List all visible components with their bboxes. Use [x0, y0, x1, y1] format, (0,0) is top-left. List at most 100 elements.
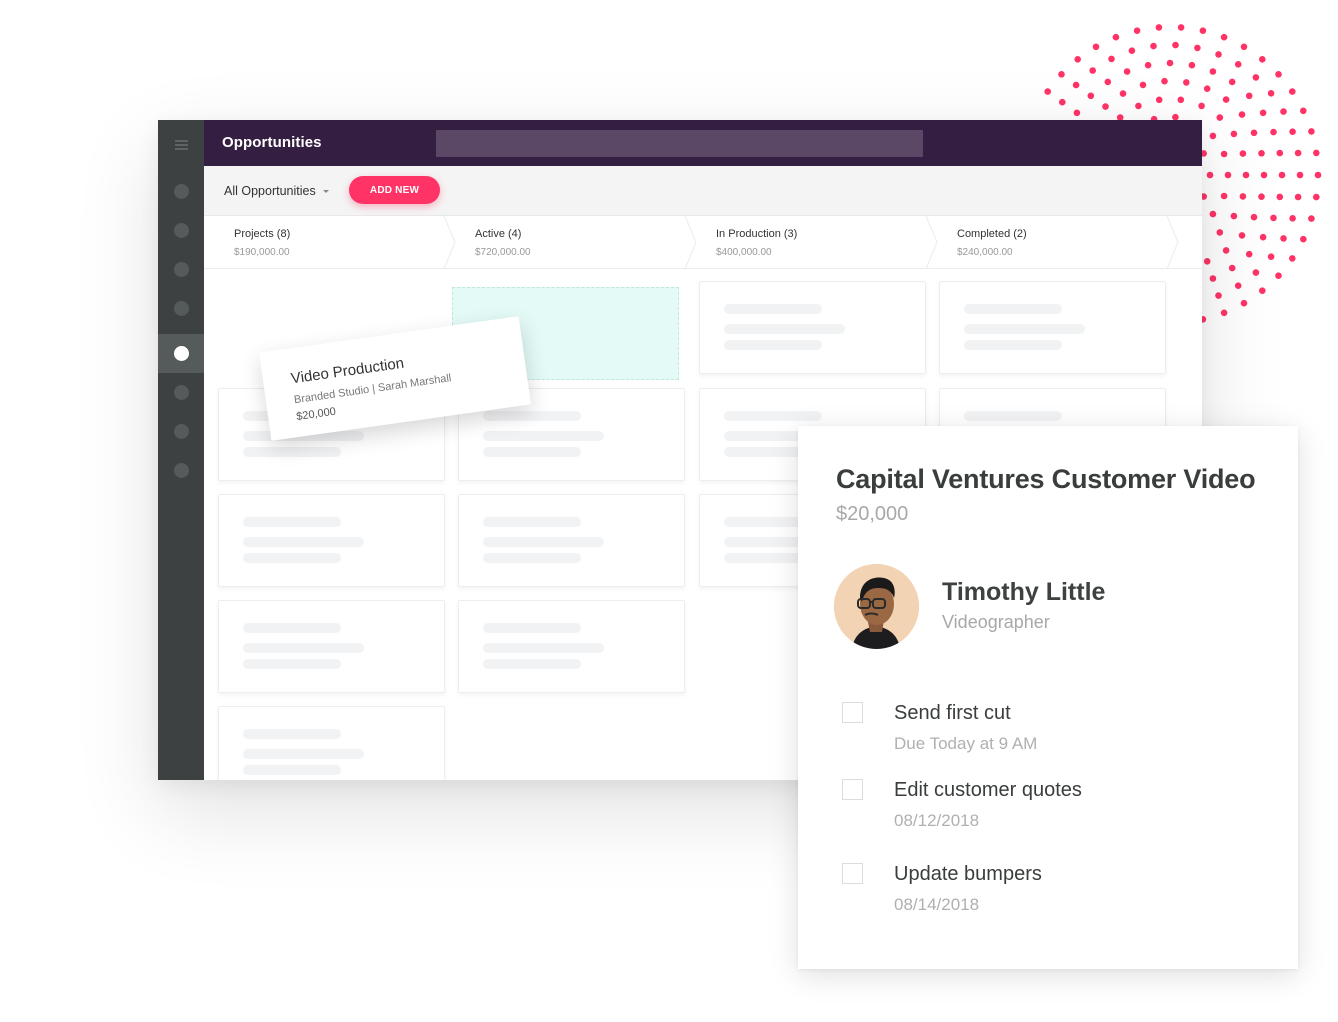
decorative-dot	[1275, 71, 1282, 78]
decorative-dot	[1144, 61, 1152, 69]
decorative-dot	[1155, 24, 1163, 31]
nav-dot-icon	[173, 385, 189, 400]
decorative-dot	[1172, 41, 1179, 49]
rail-item-3[interactable]	[158, 250, 204, 289]
placeholder-card[interactable]	[458, 494, 685, 587]
decorative-dot	[1135, 102, 1142, 110]
decorative-dot	[1313, 193, 1320, 201]
decorative-dot	[1092, 43, 1100, 51]
task-title: Update bumpers	[894, 863, 1042, 885]
decorative-dot	[1102, 103, 1109, 110]
rail-item-1[interactable]	[158, 172, 204, 211]
decorative-dot	[1308, 128, 1315, 135]
decorative-dot	[1209, 275, 1217, 282]
placeholder-card[interactable]	[939, 281, 1166, 374]
task-checkbox[interactable]	[842, 779, 863, 800]
decorative-dot	[1280, 108, 1287, 115]
decorative-dot	[1270, 214, 1277, 222]
decorative-dot	[1228, 78, 1236, 86]
stage-name: Completed (2)	[957, 228, 1027, 240]
nav-dot-icon	[173, 184, 189, 199]
task-checkbox[interactable]	[842, 863, 863, 884]
decorative-dot	[1294, 193, 1302, 201]
decorative-dot	[1058, 71, 1065, 78]
decorative-dot	[1242, 171, 1250, 179]
decorative-dot	[1259, 109, 1267, 117]
decorative-dot	[1209, 132, 1217, 140]
decorative-dot	[1199, 27, 1207, 34]
decorative-dot	[1259, 56, 1266, 63]
decorative-dot	[1234, 61, 1242, 68]
task-title: Edit customer quotes	[894, 779, 1082, 801]
add-new-button[interactable]: ADD NEW	[349, 176, 440, 204]
decorative-dot	[1139, 81, 1147, 89]
decorative-dot	[1161, 77, 1168, 85]
stage-completed[interactable]: Completed (2) $240,000.00	[927, 216, 1179, 269]
decorative-dot	[1108, 55, 1115, 63]
decorative-dot	[1059, 98, 1066, 106]
decorative-dot	[1259, 233, 1267, 241]
stage-active[interactable]: Active (4) $720,000.00	[445, 216, 697, 269]
placeholder-card[interactable]	[699, 281, 926, 374]
stage-in-production[interactable]: In Production (3) $400,000.00	[686, 216, 938, 269]
decorative-dot	[1278, 171, 1286, 179]
decorative-dot	[1216, 114, 1224, 121]
avatar	[834, 564, 919, 649]
side-rail	[158, 120, 204, 780]
decorative-dot	[1044, 88, 1051, 95]
decorative-dot	[1238, 111, 1246, 118]
placeholder-card[interactable]	[218, 494, 445, 587]
card-amount: $20,000	[295, 405, 337, 424]
task-checkbox[interactable]	[842, 702, 863, 723]
decorative-dot	[1209, 68, 1217, 75]
decorative-dot	[1074, 56, 1081, 63]
rail-item-4[interactable]	[158, 289, 204, 328]
rail-item-2[interactable]	[158, 211, 204, 250]
placeholder-card[interactable]	[218, 600, 445, 693]
decorative-dot	[1183, 79, 1190, 86]
decorative-dot	[1155, 96, 1163, 104]
decorative-dot	[1198, 102, 1205, 110]
decorative-dot	[1203, 258, 1211, 265]
decorative-dot	[1250, 213, 1258, 221]
task-title: Send first cut	[894, 702, 1011, 724]
filter-dropdown[interactable]: All Opportunities	[224, 184, 329, 198]
chevron-down-icon	[322, 189, 329, 193]
search-input[interactable]	[436, 130, 923, 157]
decorative-dot	[1087, 92, 1095, 100]
decorative-dot	[1289, 128, 1296, 135]
decorative-dot	[1228, 264, 1236, 272]
decorative-dot	[1206, 171, 1214, 179]
stage-projects[interactable]: Projects (8) $190,000.00	[204, 216, 456, 269]
person-portrait-icon	[834, 564, 919, 649]
rail-item-7[interactable]	[158, 412, 204, 451]
decorative-dot	[1259, 287, 1266, 295]
nav-dot-icon	[173, 346, 189, 361]
placeholder-card[interactable]	[458, 600, 685, 693]
stage-amount: $240,000.00	[957, 247, 1013, 258]
decorative-dot	[1177, 96, 1185, 104]
decorative-dot	[1188, 61, 1196, 69]
decorative-dot	[1245, 92, 1253, 100]
decorative-dot	[1300, 235, 1307, 243]
decorative-dot	[1104, 78, 1112, 86]
chevron-divider-icon	[1166, 216, 1179, 269]
rail-item-6[interactable]	[158, 373, 204, 412]
decorative-dot	[1224, 171, 1232, 179]
filter-label: All Opportunities	[224, 184, 316, 198]
nav-dot-icon	[173, 424, 189, 439]
rail-item-5-active[interactable]	[158, 334, 204, 373]
hamburger-icon[interactable]	[175, 140, 188, 150]
placeholder-card[interactable]	[218, 706, 445, 780]
decorative-dot	[1276, 193, 1284, 201]
decorative-dot	[1123, 68, 1131, 75]
decorative-dot	[1280, 235, 1287, 242]
decorative-dot	[1276, 149, 1284, 157]
assignee-role: Videographer	[942, 612, 1050, 632]
stage-amount: $720,000.00	[475, 247, 531, 258]
decorative-dot	[1252, 269, 1260, 276]
pipeline-stages: Projects (8) $190,000.00 Active (4) $720…	[204, 216, 1202, 269]
decorative-dot	[1260, 171, 1268, 179]
assignee-name: Timothy Little	[942, 578, 1106, 606]
rail-item-8[interactable]	[158, 451, 204, 490]
